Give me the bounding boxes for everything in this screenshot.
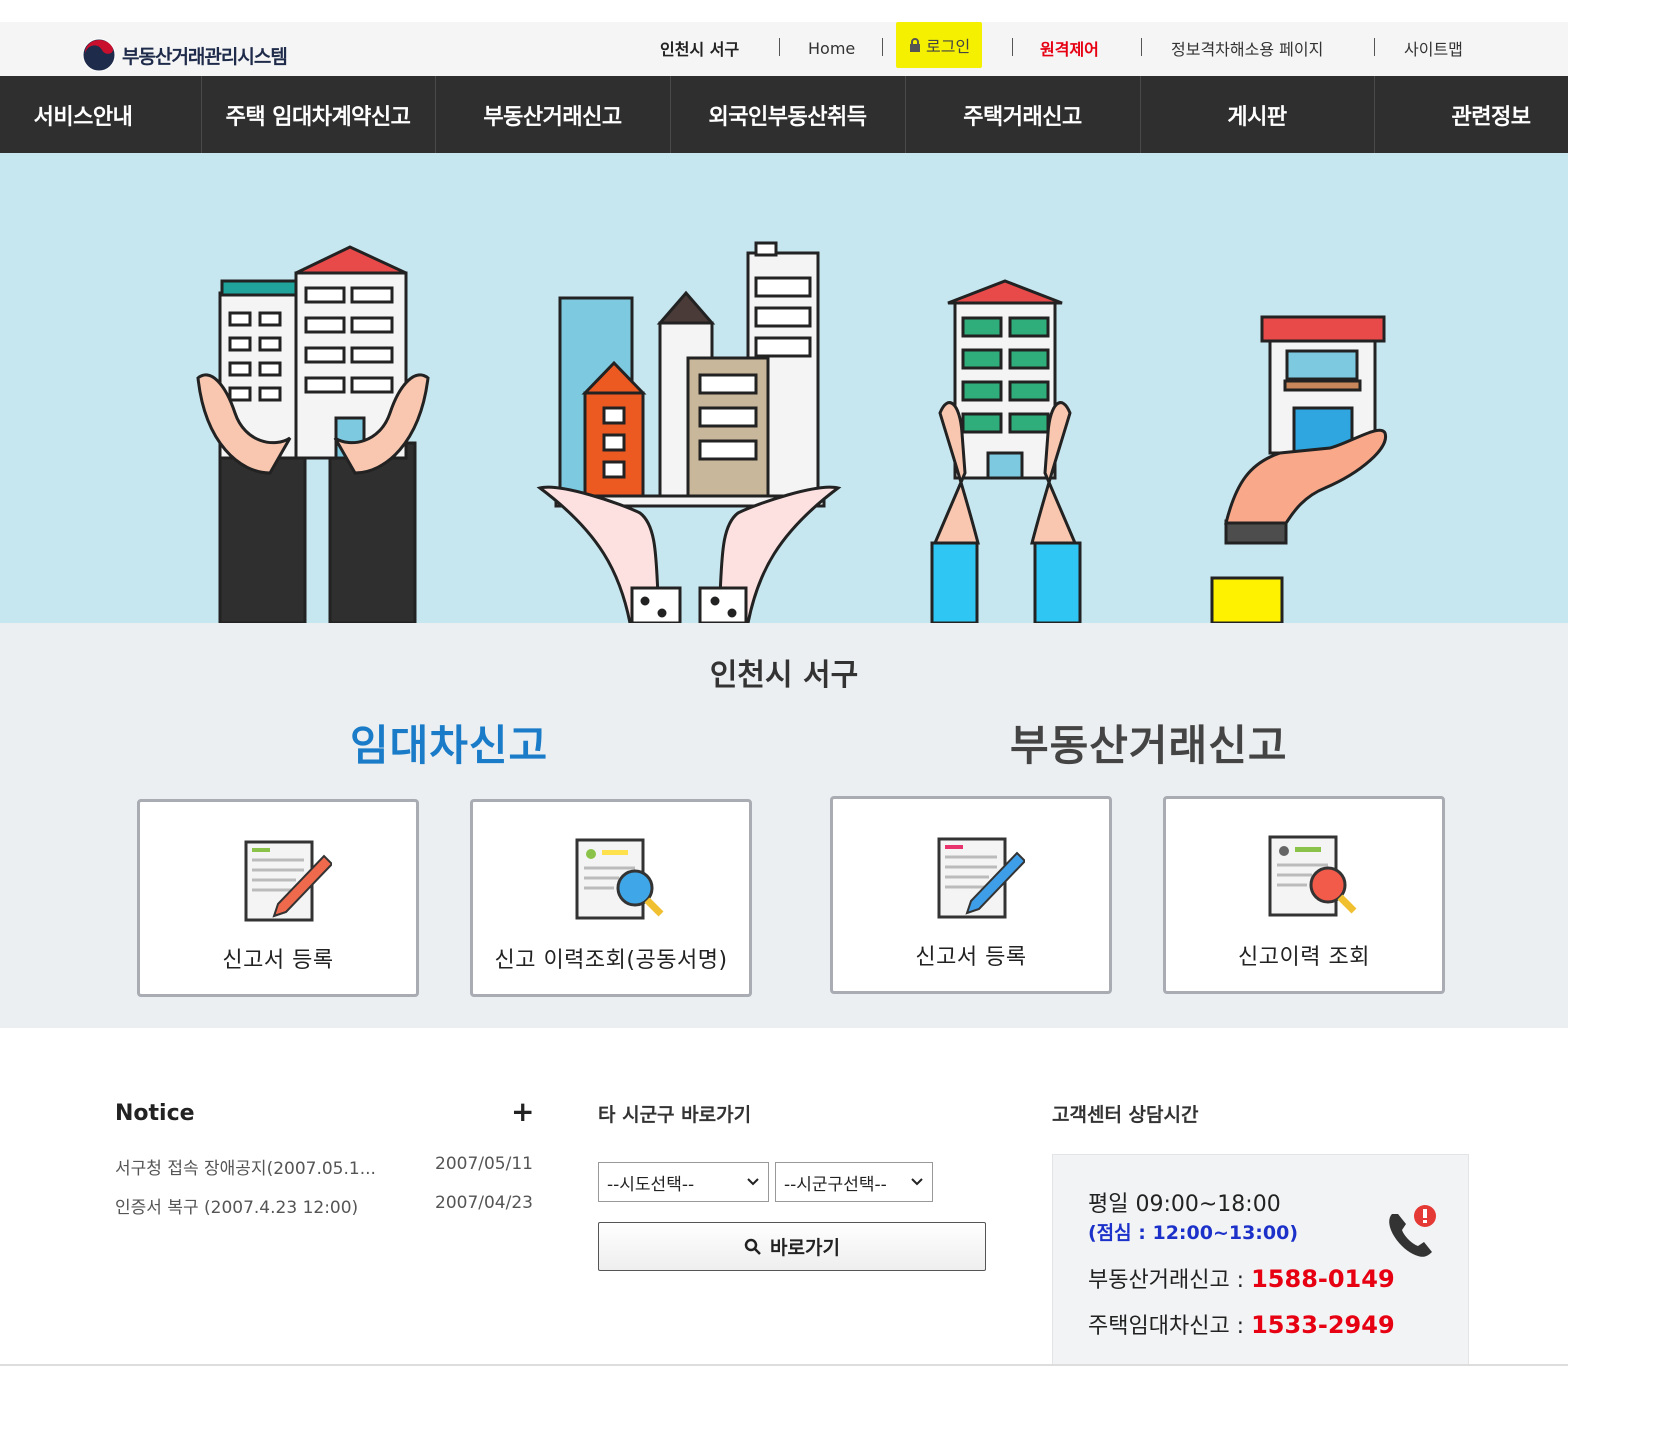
- login-link[interactable]: 로그인: [896, 22, 983, 68]
- home-link[interactable]: Home: [808, 36, 855, 60]
- nav-board[interactable]: 게시판: [1140, 76, 1374, 153]
- info-gap-page-link[interactable]: 정보격차해소용 페이지: [1171, 36, 1323, 60]
- remote-control-link[interactable]: 원격제어: [1040, 36, 1099, 60]
- lease-hotline-number: 1533-2949: [1251, 1311, 1395, 1339]
- notice-item-title[interactable]: 인증서 복구 (2007.4.23 12:00): [115, 1193, 358, 1218]
- notice-item-title[interactable]: 서구청 접속 장애공지(2007.05.1...: [115, 1154, 376, 1179]
- site-logo[interactable]: 부동산거래관리시스템: [82, 38, 288, 72]
- lease-register-card[interactable]: 신고서 등록: [137, 799, 419, 997]
- chevron-down-icon: [747, 1178, 759, 1186]
- notice-item-date: 2007/05/11: [435, 1154, 533, 1174]
- hands-holding-city-illustration: [536, 241, 842, 623]
- chevron-down-icon: [911, 1178, 923, 1186]
- notice-heading: Notice: [115, 1101, 195, 1126]
- sigungu-select-value: --시군구선택--: [784, 1174, 887, 1195]
- customer-center-heading: 고객센터 상담시간: [1052, 1104, 1199, 1126]
- lunch-hours: (점심 : 12:00~13:00): [1088, 1222, 1299, 1244]
- util-divider: [1012, 38, 1013, 56]
- util-divider: [1141, 38, 1142, 56]
- card-label: 신고서 등록: [222, 948, 334, 973]
- search-icon: [744, 1238, 761, 1255]
- card-label: 신고 이력조회(공동서명): [494, 948, 728, 973]
- trade-register-card[interactable]: 신고서 등록: [830, 796, 1112, 994]
- nav-related-info[interactable]: 관련정보: [1414, 76, 1568, 153]
- trade-history-card[interactable]: 신고이력 조회: [1163, 796, 1445, 994]
- document-search-icon: [1268, 835, 1357, 917]
- trade-hotline-label: 부동산거래신고 :: [1088, 1268, 1252, 1293]
- footer-divider: [0, 1364, 1568, 1366]
- hand-holding-house-illustration: [1210, 315, 1387, 623]
- hero-illustration: [196, 241, 1387, 623]
- notice-more-button[interactable]: +: [511, 1095, 534, 1128]
- region-heading: 인천시 서구: [709, 658, 859, 693]
- login-label: 로그인: [926, 37, 971, 56]
- card-label: 신고서 등록: [915, 945, 1027, 970]
- nav-real-estate-trade-report[interactable]: 부동산거래신고: [435, 76, 670, 153]
- hero-banner: [0, 153, 1568, 623]
- lease-report-heading: 임대차신고: [350, 721, 549, 770]
- sitemap-link[interactable]: 사이트맵: [1404, 36, 1463, 60]
- main-navigation: 서비스안내 주택 임대차계약신고 부동산거래신고 외국인부동산취득 주택거래신고…: [0, 76, 1568, 153]
- region-label: 인천시 서구: [660, 40, 740, 59]
- trade-hotline-number: 1588-0149: [1251, 1265, 1395, 1293]
- lease-history-card[interactable]: 신고 이력조회(공동서명): [470, 799, 752, 997]
- card-label: 신고이력 조회: [1238, 945, 1370, 970]
- sigungu-select[interactable]: --시군구선택--: [775, 1162, 933, 1202]
- util-divider: [1374, 38, 1375, 56]
- hands-holding-buildings-illustration: [196, 245, 430, 623]
- nav-housing-trade-report[interactable]: 주택거래신고: [905, 76, 1140, 153]
- hands-holding-apartment-illustration: [930, 279, 1082, 623]
- shortcut-heading: 타 시군구 바로가기: [598, 1104, 752, 1126]
- go-shortcut-label: 바로가기: [770, 1237, 840, 1259]
- sido-select[interactable]: --시도선택--: [598, 1162, 769, 1202]
- nav-foreigner-acquisition[interactable]: 외국인부동산취득: [670, 76, 905, 153]
- taegeuk-logo-icon: [82, 38, 116, 72]
- notice-item-date: 2007/04/23: [435, 1193, 533, 1213]
- document-pencil-icon: [244, 840, 332, 922]
- util-divider: [882, 38, 883, 56]
- document-pencil-icon: [937, 837, 1025, 919]
- go-shortcut-button[interactable]: 바로가기: [598, 1222, 986, 1271]
- util-divider: [779, 38, 780, 56]
- nav-housing-lease-report[interactable]: 주택 임대차계약신고: [201, 76, 435, 153]
- trade-report-heading: 부동산거래신고: [1010, 721, 1288, 770]
- phone-alert-icon: [1389, 1205, 1436, 1257]
- lease-hotline: 주택임대차신고 : 1533-2949: [1088, 1308, 1395, 1340]
- document-search-icon: [575, 838, 664, 920]
- nav-divider: [1374, 76, 1375, 153]
- nav-service-guide[interactable]: 서비스안내: [0, 76, 166, 153]
- sido-select-value: --시도선택--: [607, 1174, 695, 1195]
- weekday-hours: 평일 09:00~18:00: [1088, 1192, 1281, 1217]
- trade-hotline: 부동산거래신고 : 1588-0149: [1088, 1262, 1395, 1294]
- logo-text: 부동산거래관리시스템: [122, 45, 288, 68]
- lease-hotline-label: 주택임대차신고 :: [1088, 1314, 1252, 1339]
- lock-icon: [910, 38, 920, 52]
